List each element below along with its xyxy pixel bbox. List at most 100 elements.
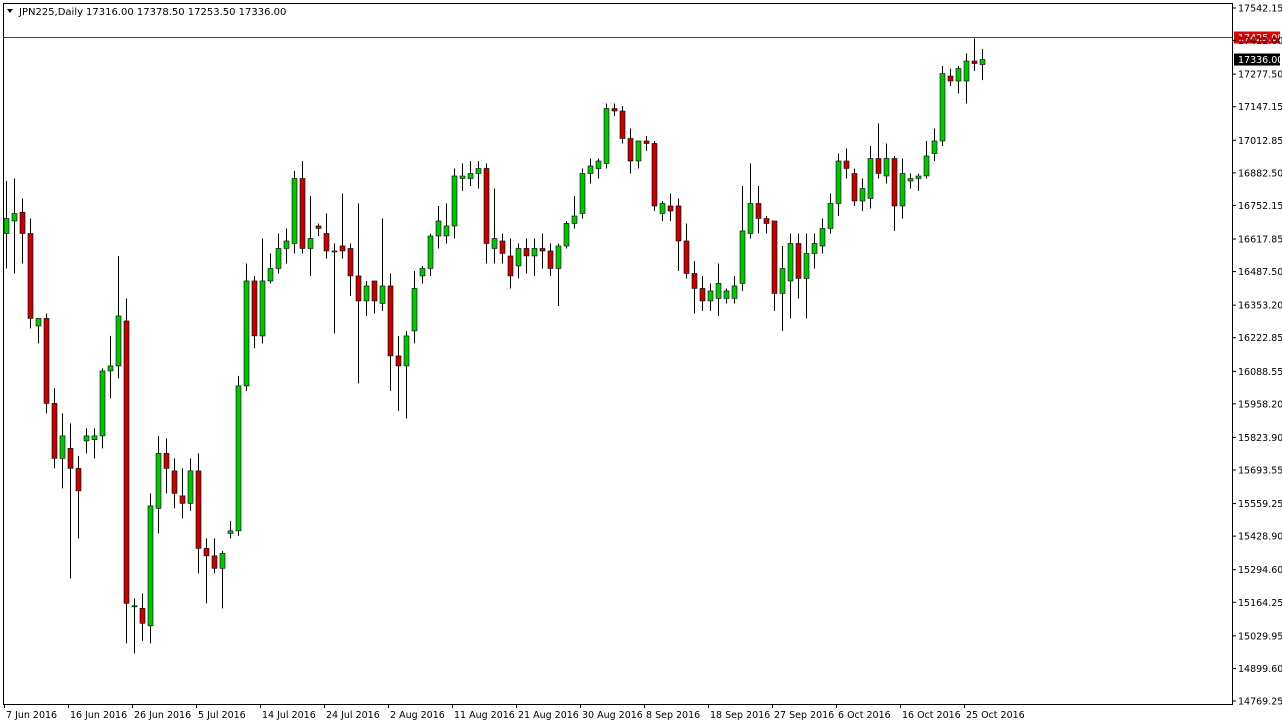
bear-candle-body: [675, 205, 682, 242]
bear-candle-body: [643, 140, 650, 144]
price-tick-label: 15958.20: [1238, 399, 1282, 410]
bear-candle-body: [75, 468, 82, 492]
bull-candle-body: [603, 108, 610, 164]
chart-background: [0, 0, 1282, 727]
candle: [603, 103, 610, 169]
bull-candle-body: [115, 315, 122, 367]
price-tick-label: 15029.95: [1238, 631, 1282, 642]
bull-candle-body: [219, 553, 226, 569]
bear-candle-body: [483, 168, 490, 244]
bear-candle-body: [347, 248, 354, 277]
bull-candle-body: [515, 248, 522, 267]
bull-candle-body: [907, 178, 914, 182]
bull-candle-body: [363, 285, 370, 302]
price-tick-label: 15559.25: [1238, 499, 1282, 510]
bear-candle-body: [163, 453, 170, 469]
bull-candle-body: [955, 68, 962, 82]
price-tick-label: 14769.25: [1238, 697, 1282, 708]
time-tick-label: 5 Jul 2016: [198, 710, 246, 721]
price-tick-label: 17412.00: [1238, 36, 1282, 47]
bear-candle-body: [387, 285, 394, 357]
time-tick-label: 14 Jul 2016: [262, 710, 316, 721]
bull-candle-body: [259, 280, 266, 337]
candle: [43, 313, 50, 414]
candle: [243, 263, 250, 391]
bull-candle-body: [403, 335, 410, 367]
bull-candle-body: [867, 158, 874, 199]
price-tick-label: 16487.50: [1238, 267, 1282, 278]
bear-candle-body: [139, 608, 146, 624]
price-tick-label: 16088.55: [1238, 367, 1282, 378]
bear-candle-body: [699, 288, 706, 302]
bull-candle-body: [3, 218, 10, 234]
chart-header[interactable]: JPN225,Daily 17316.00 17378.50 17253.50 …: [7, 7, 286, 18]
bull-candle-body: [91, 435, 98, 440]
time-tick-label: 18 Sep 2016: [710, 710, 770, 721]
candle: [235, 375, 242, 536]
time-tick-label: 16 Oct 2016: [902, 710, 961, 721]
price-tick-label: 16353.20: [1238, 301, 1282, 312]
bull-candle-body: [579, 173, 586, 214]
candle: [851, 168, 858, 206]
bull-candle-body: [531, 248, 538, 257]
bull-candle-body: [883, 158, 890, 177]
bull-candle-body: [227, 530, 234, 534]
bear-candle-body: [123, 320, 130, 604]
bull-candle-body: [59, 435, 66, 459]
bull-candle-body: [931, 140, 938, 154]
bull-candle-body: [571, 215, 578, 224]
bull-candle-body: [475, 168, 482, 174]
bull-candle-body: [267, 268, 274, 282]
time-tick-label: 27 Sep 2016: [774, 710, 834, 721]
time-tick-label: 25 Oct 2016: [966, 710, 1025, 721]
price-tick-label: 16617.85: [1238, 235, 1282, 246]
bear-candle-body: [251, 280, 258, 337]
bull-candle-body: [83, 435, 90, 442]
time-tick-label: 26 Jun 2016: [134, 710, 191, 721]
time-tick-label: 8 Sep 2016: [646, 710, 700, 721]
bear-candle-body: [611, 108, 618, 112]
bear-candle-body: [27, 233, 34, 319]
bear-candle-body: [171, 470, 178, 494]
bear-candle-body: [875, 158, 882, 174]
bull-candle-body: [131, 605, 138, 608]
bull-candle-body: [979, 59, 986, 65]
candlestick-chart: 17425.0017336.00 17542.1517412.0017277.5…: [0, 0, 1282, 727]
candle: [123, 298, 130, 644]
bear-candle-body: [627, 138, 634, 162]
bull-candle-body: [635, 140, 642, 162]
bull-candle-body: [595, 160, 602, 169]
bear-candle-body: [371, 280, 378, 302]
bull-candle-body: [451, 175, 458, 227]
bull-candle-body: [379, 285, 386, 304]
time-tick-label: 21 Aug 2016: [518, 710, 579, 721]
bear-candle-body: [755, 203, 762, 219]
bear-candle-body: [323, 233, 330, 252]
bull-candle-body: [819, 228, 826, 247]
bull-candle-body: [147, 505, 154, 627]
candle: [939, 66, 946, 146]
bull-candle-body: [915, 175, 922, 179]
bull-candle-body: [787, 243, 794, 282]
bear-candle-body: [355, 275, 362, 302]
bull-candle-body: [419, 268, 426, 277]
bear-candle-body: [299, 178, 306, 249]
bull-candle-body: [811, 243, 818, 254]
bear-candle-body: [315, 225, 322, 229]
price-tick-label: 16752.15: [1238, 201, 1282, 212]
time-tick-label: 7 Jun 2016: [6, 710, 57, 721]
time-tick-label: 2 Aug 2016: [390, 710, 445, 721]
bull-candle-body: [235, 385, 242, 532]
bear-candle-body: [43, 318, 50, 404]
ohlc-values: 17316.00 17378.50 17253.50 17336.00: [86, 7, 286, 18]
candle: [291, 170, 298, 254]
bull-candle-body: [923, 155, 930, 177]
bull-candle-body: [731, 285, 738, 299]
price-tick-label: 15294.60: [1238, 565, 1282, 576]
bear-candle-body: [19, 211, 26, 234]
bull-candle-body: [939, 73, 946, 142]
bear-candle-body: [547, 250, 554, 269]
price-tick-label: 15693.55: [1238, 466, 1282, 477]
bull-candle-body: [459, 175, 466, 179]
bull-candle-body: [587, 165, 594, 174]
